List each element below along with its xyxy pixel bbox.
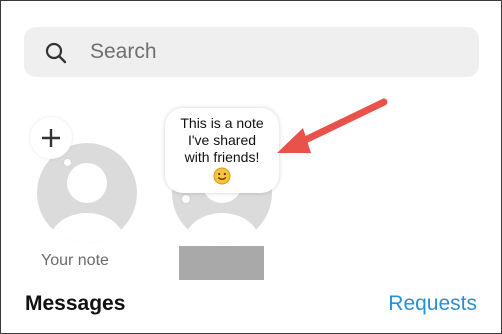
annotation-arrow-icon	[277, 98, 388, 153]
requests-link[interactable]: Requests	[388, 292, 477, 316]
messages-heading: Messages	[25, 292, 126, 315]
screen: Search Your note This is a note I've sha…	[0, 0, 502, 334]
